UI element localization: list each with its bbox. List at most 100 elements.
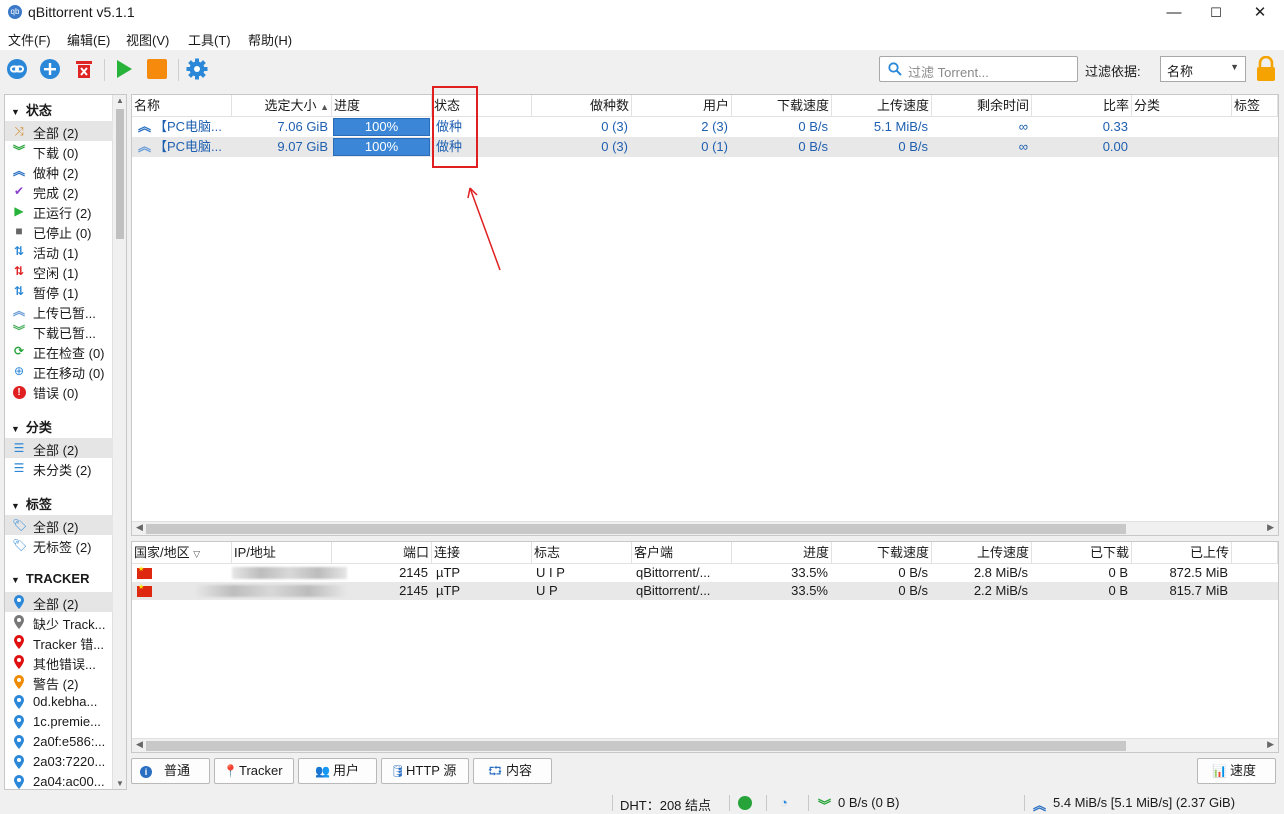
tracker-item[interactable]: 0d.kebha...	[5, 692, 113, 712]
menu-file[interactable]: 文件(F)	[8, 30, 51, 49]
tracker-item[interactable]: 1c.premie...	[5, 712, 113, 732]
menu-edit[interactable]: 编辑(E)	[67, 30, 110, 49]
col-progress[interactable]: 进度	[332, 95, 432, 117]
start-icon[interactable]	[113, 58, 135, 80]
col-country[interactable]: 国家/地区 ▽	[132, 542, 232, 564]
tracker-item[interactable]: 其他错误...	[5, 652, 113, 672]
menu-tools[interactable]: 工具(T)	[188, 30, 231, 49]
tracker-item[interactable]: 全部 (2)	[5, 592, 113, 612]
status-active[interactable]: ⇅ 活动 (1)	[5, 241, 113, 261]
tracker-item[interactable]: 2a03:7220...	[5, 752, 113, 772]
tracker-item[interactable]: 警告 (2)	[5, 672, 113, 692]
seeding-icon: ︽	[138, 119, 152, 134]
peer-ul-speed: 2.2 MiB/s	[973, 583, 1028, 598]
col-size[interactable]: 选定大小 ▲	[232, 95, 332, 117]
col-extra[interactable]	[1232, 542, 1278, 564]
minimize-button[interactable]: —	[1154, 2, 1194, 24]
tracker-item[interactable]: 2a0f:e586:...	[5, 732, 113, 752]
torrent-hscrollbar[interactable]: ◀ ▶	[132, 521, 1278, 535]
category-section-header[interactable]: ▼ 分类	[11, 417, 52, 436]
tab-tracker[interactable]: 📍 Tracker	[214, 758, 294, 784]
peer-hscrollbar[interactable]: ◀ ▶	[132, 738, 1278, 752]
annotation-arrow	[467, 187, 501, 271]
col-connection[interactable]: 连接	[432, 542, 532, 564]
col-eta[interactable]: 剩余时间	[932, 95, 1032, 117]
filter-by-select[interactable]: 名称 ▼	[1160, 56, 1246, 82]
download-paused-icon: ︾	[12, 324, 25, 338]
status-stalled[interactable]: ⇅ 暂停 (1)	[5, 281, 113, 301]
status-download-stalled[interactable]: ︾ 下载已暂...	[5, 321, 113, 341]
col-seeds[interactable]: 做种数	[532, 95, 632, 117]
close-button[interactable]: ✕	[1240, 2, 1280, 24]
add-link-icon[interactable]	[6, 58, 28, 80]
status-stopped[interactable]: ■ 已停止 (0)	[5, 221, 113, 241]
col-peer-dl[interactable]: 下载速度	[832, 542, 932, 564]
col-tags[interactable]: 标签	[1232, 95, 1278, 117]
col-dl-speed[interactable]: 下载速度	[732, 95, 832, 117]
status-downloading[interactable]: ︾ 下载 (0)	[5, 141, 113, 161]
col-name[interactable]: 名称	[132, 95, 232, 117]
sidebar-scrollbar[interactable]: ▲ ▼	[112, 95, 126, 789]
tab-general[interactable]: i 普通	[131, 758, 210, 784]
status-section-header[interactable]: ▼ 状态	[11, 100, 52, 119]
tags-section-header[interactable]: ▼ 标签	[11, 494, 52, 513]
col-ip[interactable]: IP/地址	[232, 542, 332, 564]
torrent-size: 7.06 GiB	[277, 119, 328, 134]
peer-ul-speed: 2.8 MiB/s	[973, 565, 1028, 580]
status-inactive[interactable]: ⇅ 空闲 (1)	[5, 261, 113, 281]
tag-untagged[interactable]: 🏷 无标签 (2)	[5, 535, 113, 555]
settings-gear-icon[interactable]	[186, 58, 208, 80]
inactive-arrows-icon: ⇅	[13, 264, 25, 278]
col-port[interactable]: 端口	[332, 542, 432, 564]
filter-by-label: 过滤依据:	[1085, 64, 1141, 79]
maximize-button[interactable]: ☐	[1196, 2, 1236, 24]
peer-downloaded: 0 B	[1108, 583, 1128, 598]
category-uncategorized[interactable]: ☰ 未分类 (2)	[5, 458, 113, 478]
search-input[interactable]: 过滤 Torrent...	[879, 56, 1078, 82]
tracker-item[interactable]: 缺少 Track...	[5, 612, 113, 632]
col-ul-speed[interactable]: 上传速度	[832, 95, 932, 117]
speed-button[interactable]: 📊 速度	[1197, 758, 1276, 784]
col-ratio[interactable]: 比率	[1032, 95, 1132, 117]
lock-icon[interactable]	[1255, 56, 1277, 82]
stop-icon[interactable]	[146, 58, 168, 80]
delete-icon[interactable]	[73, 58, 95, 80]
dht-nodes: DHT：208 结点	[620, 798, 712, 813]
status-completed[interactable]: ✔ 完成 (2)	[5, 181, 113, 201]
add-torrent-icon[interactable]	[39, 58, 61, 80]
status-seeding[interactable]: ︽ 做种 (2)	[5, 161, 113, 181]
tracker-item[interactable]: Tracker 错...	[5, 632, 113, 652]
status-moving[interactable]: ⊕ 正在移动 (0)	[5, 361, 113, 381]
col-peer-progress[interactable]: 进度	[732, 542, 832, 564]
upload-paused-icon: ︽	[12, 304, 25, 318]
menu-view[interactable]: 视图(V)	[126, 30, 169, 49]
peer-port: 2145	[399, 583, 428, 598]
status-all[interactable]: ⤨ 全部 (2)	[5, 121, 113, 141]
tab-content[interactable]: ⮔ 内容	[473, 758, 552, 784]
peer-connection: µTP	[436, 565, 461, 580]
col-uploaded[interactable]: 已上传	[1132, 542, 1232, 564]
tab-peers[interactable]: 👥 用户	[298, 758, 377, 784]
category-all[interactable]: ☰ 全部 (2)	[5, 438, 113, 458]
title-bar: qb qBittorrent v5.1.1 — ☐ ✕	[0, 0, 1284, 26]
torrent-peers: 0 (1)	[701, 139, 728, 154]
list-icon: ☰	[13, 441, 25, 455]
status-checking[interactable]: ⟳ 正在检查 (0)	[5, 341, 113, 361]
col-flags[interactable]: 标志	[532, 542, 632, 564]
status-upload-stalled[interactable]: ︽ 上传已暂...	[5, 301, 113, 321]
col-client[interactable]: 客户端	[632, 542, 732, 564]
col-peer-ul[interactable]: 上传速度	[932, 542, 1032, 564]
col-downloaded[interactable]: 已下载	[1032, 542, 1132, 564]
tab-http-sources[interactable]: 🛢 HTTP 源	[381, 758, 469, 784]
torrent-peers: 2 (3)	[701, 119, 728, 134]
status-running[interactable]: ▶ 正运行 (2)	[5, 201, 113, 221]
tag-all[interactable]: 🏷 全部 (2)	[5, 515, 113, 535]
tracker-section-header[interactable]: ▼ TRACKER	[11, 571, 89, 586]
status-errored[interactable]: ! 错误 (0)	[5, 381, 113, 401]
globe-icon[interactable]	[738, 796, 752, 813]
menu-help[interactable]: 帮助(H)	[248, 30, 292, 49]
speed-limit-icon[interactable]: ◔	[780, 795, 788, 810]
col-peers[interactable]: 用户	[632, 95, 732, 117]
col-category[interactable]: 分类	[1132, 95, 1232, 117]
tracker-item[interactable]: 2a04:ac00...	[5, 772, 113, 789]
